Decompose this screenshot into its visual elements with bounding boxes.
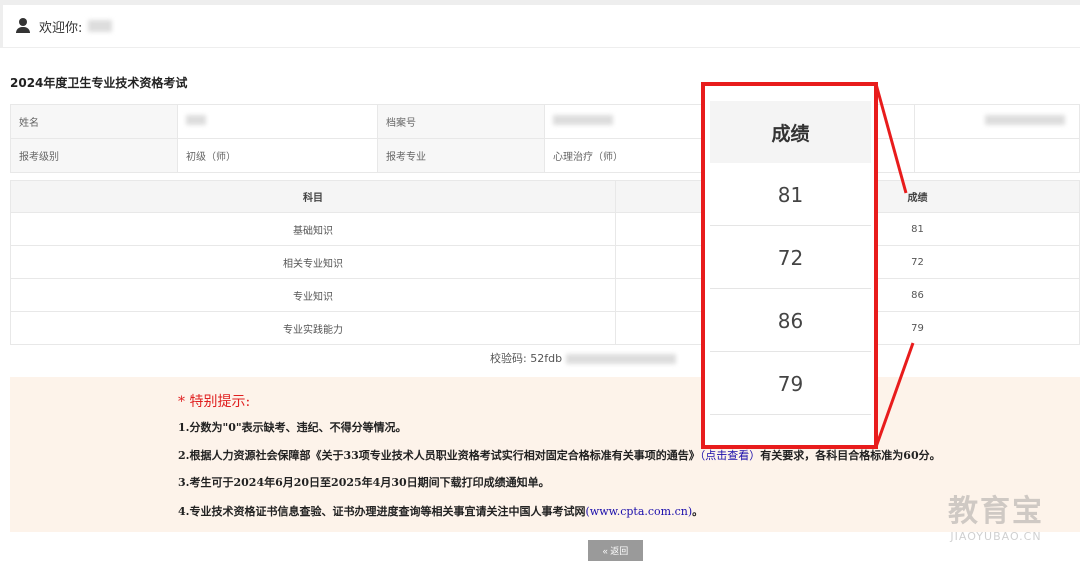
score-zoom-highlight: 成绩 81 72 86 79 xyxy=(701,82,878,449)
watermark: 教育宝 JIAOYUBAO.CN xyxy=(948,486,1044,543)
watermark-en: JIAOYUBAO.CN xyxy=(950,530,1042,543)
callout-line-bottom xyxy=(874,342,915,448)
zoom-score-cell: 72 xyxy=(710,227,871,289)
zoom-score-cell: 86 xyxy=(710,290,871,352)
zoom-score-header: 成绩 xyxy=(710,101,871,163)
callout-lines xyxy=(874,83,915,448)
watermark-cn: 教育宝 xyxy=(948,494,1044,529)
callout-line-top xyxy=(874,83,908,194)
zoom-score-cell: 81 xyxy=(710,164,871,226)
zoom-score-cell: 79 xyxy=(710,353,871,415)
